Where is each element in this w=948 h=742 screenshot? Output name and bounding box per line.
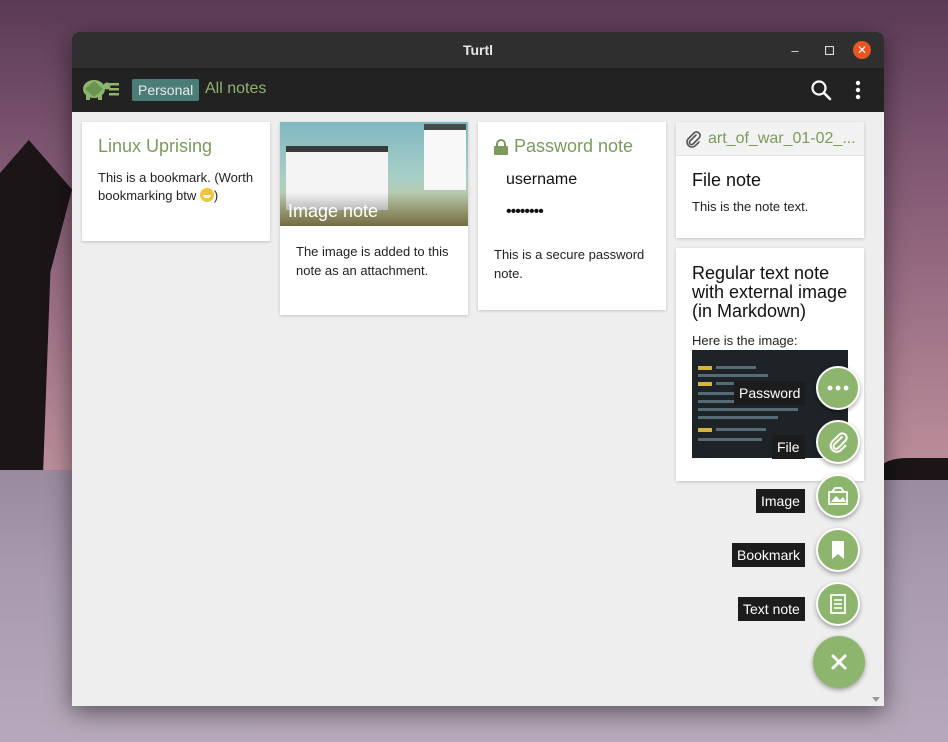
wallpaper-shore bbox=[882, 458, 948, 480]
title-bar: Turtl – ✕ bbox=[72, 32, 884, 68]
more-horiz-icon bbox=[827, 385, 849, 391]
paperclip-icon bbox=[829, 432, 848, 453]
note-text-end: ) bbox=[213, 188, 219, 203]
fab-label-password[interactable]: Password bbox=[734, 381, 806, 405]
note-text: This is the note text. bbox=[692, 199, 809, 214]
grin-emoji-icon bbox=[199, 188, 214, 202]
close-button[interactable]: ✕ bbox=[853, 41, 871, 59]
file-attachment-bar[interactable]: art_of_war_01-02_... bbox=[676, 122, 864, 156]
password-value: •••••••• bbox=[506, 203, 544, 220]
wallpaper-tree bbox=[0, 140, 72, 470]
lock-icon bbox=[494, 138, 508, 155]
note-card-file[interactable]: art_of_war_01-02_... File note This is t… bbox=[676, 122, 864, 238]
app-header: Personal All notes bbox=[72, 68, 884, 112]
maximize-button[interactable] bbox=[820, 41, 838, 59]
search-icon[interactable] bbox=[810, 79, 832, 101]
space-badge[interactable]: Personal bbox=[132, 79, 200, 101]
note-title: Regular text note with external image (i… bbox=[692, 263, 848, 321]
add-file-button[interactable] bbox=[816, 420, 860, 464]
fab-label-file[interactable]: File bbox=[772, 435, 805, 459]
note-image: Image note bbox=[280, 122, 468, 226]
paperclip-icon bbox=[686, 130, 701, 148]
note-text: Here is the image: bbox=[692, 333, 798, 348]
close-icon bbox=[831, 654, 847, 670]
fab-label-bookmark[interactable]: Bookmark bbox=[732, 543, 806, 567]
add-password-button[interactable] bbox=[816, 366, 860, 410]
maximize-icon bbox=[824, 45, 834, 55]
close-fab-menu-button[interactable] bbox=[813, 636, 865, 688]
scroll-down-arrow-icon[interactable] bbox=[872, 697, 880, 702]
image-icon bbox=[828, 487, 848, 505]
fab-label-text-note[interactable]: Text note bbox=[738, 597, 805, 621]
note-text: This is a secure password note. bbox=[494, 247, 645, 281]
note-text: This is a bookmark. (Worth bookmarking b… bbox=[98, 169, 254, 205]
add-text-note-button[interactable] bbox=[816, 582, 860, 626]
app-window: Turtl – ✕ Personal All notes Linux Upris… bbox=[72, 32, 884, 706]
image-screenshot-panel bbox=[424, 124, 466, 190]
notes-grid: Linux Uprising This is a bookmark. (Wort… bbox=[72, 112, 884, 706]
note-text-body: This is a bookmark. (Worth bookmarking b… bbox=[98, 170, 254, 203]
username-value: username bbox=[506, 171, 578, 188]
turtle-logo-icon[interactable] bbox=[80, 75, 120, 105]
bookmark-icon bbox=[832, 541, 844, 559]
more-vert-icon[interactable] bbox=[848, 79, 868, 101]
fab-label-image[interactable]: Image bbox=[756, 489, 805, 513]
file-name: art_of_war_01-02_... bbox=[708, 129, 856, 147]
note-title-row: Password note bbox=[494, 136, 650, 157]
note-text: The image is added to this note as an at… bbox=[296, 244, 449, 278]
note-card-bookmark[interactable]: Linux Uprising This is a bookmark. (Wort… bbox=[82, 122, 270, 241]
document-icon bbox=[830, 594, 846, 614]
note-title: Password note bbox=[514, 136, 634, 156]
note-card-password[interactable]: Password note username •••••••• This is … bbox=[478, 122, 666, 310]
add-image-button[interactable] bbox=[816, 474, 860, 518]
note-card-image[interactable]: Image note The image is added to this no… bbox=[280, 122, 468, 315]
window-title: Turtl bbox=[462, 42, 494, 58]
add-bookmark-button[interactable] bbox=[816, 528, 860, 572]
note-title: Image note bbox=[280, 192, 468, 226]
board-title[interactable]: All notes bbox=[205, 80, 266, 98]
note-title: File note bbox=[692, 170, 762, 190]
note-title: Linux Uprising bbox=[98, 136, 213, 156]
minimize-button[interactable]: – bbox=[786, 41, 804, 59]
